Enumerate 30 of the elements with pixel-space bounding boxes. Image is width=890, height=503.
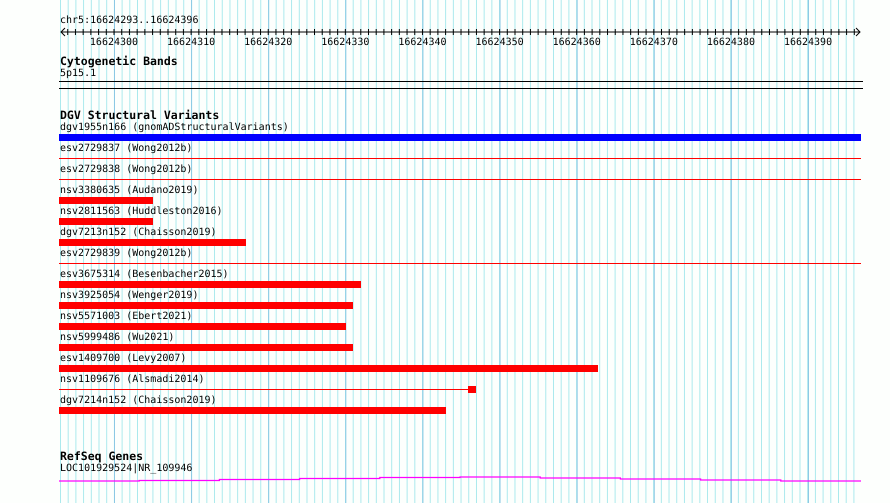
variant-label: esv2729839 (Wong2012b) xyxy=(59,248,192,260)
variant-label: esv2729837 (Wong2012b) xyxy=(59,143,192,155)
variant-label: nsv3380635 (Audano2019) xyxy=(59,185,198,197)
tick-label: 16624380 xyxy=(706,37,755,48)
variant-label: nsv1109676 (Alsmadi2014) xyxy=(59,374,204,386)
variant-label: dgv7213n152 (Chaisson2019) xyxy=(59,227,217,239)
variant-label: nsv3925054 (Wenger2019) xyxy=(59,290,198,302)
tick-label: 16624310 xyxy=(167,37,216,48)
tick-label: 16624300 xyxy=(90,37,138,48)
tick-label: 16624360 xyxy=(552,37,601,48)
track-title: DGV Structural Variants xyxy=(59,109,220,122)
tick-label: 16624330 xyxy=(321,37,370,48)
location-label: chr5:16624293..16624396 xyxy=(59,15,198,27)
tick-label: 16624390 xyxy=(784,37,832,48)
tick-label: 16624350 xyxy=(476,37,524,48)
track-title: Cytogenetic Bands xyxy=(59,55,178,68)
variant-label: nsv5571003 (Ebert2021) xyxy=(59,311,192,323)
tick-label: 16624370 xyxy=(630,37,678,48)
track-title: RefSeq Genes xyxy=(59,450,144,463)
tick-label: 16624320 xyxy=(244,37,292,48)
variant-label: dgv7214n152 (Chaisson2019) xyxy=(59,395,217,407)
variant-label: nsv2811563 (Huddleston2016) xyxy=(59,206,223,218)
gene-label: LOC101929524|NR_109946 xyxy=(59,463,192,475)
variant-label: nsv5999486 (Wu2021) xyxy=(59,332,174,344)
band-label: 5p15.1 xyxy=(59,68,96,80)
tick-label: 16624340 xyxy=(398,37,447,48)
variant-label: dgv1955n166 (gnomADStructuralVariants) xyxy=(59,122,289,134)
variant-label: esv1409700 (Levy2007) xyxy=(59,353,186,365)
variant-label: esv2729838 (Wong2012b) xyxy=(59,164,192,176)
variant-label: esv3675314 (Besenbacher2015) xyxy=(59,269,229,281)
